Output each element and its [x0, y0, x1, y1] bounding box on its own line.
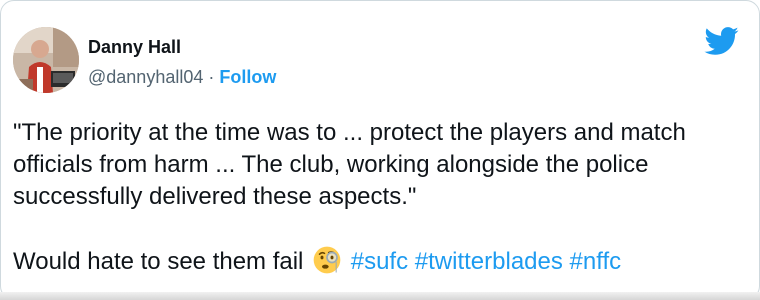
twitter-bird-icon[interactable] [701, 23, 741, 59]
handle-separator: · [208, 67, 215, 87]
bottom-divider [0, 292, 760, 300]
tweet-paragraph-comment: Would hate to see them fail #sufc #twitt… [13, 245, 753, 278]
tweet-paragraph-quote: "The priority at the time was to ... pro… [13, 119, 686, 210]
tweet-body: "The priority at the time was to ... pro… [13, 117, 753, 278]
avatar[interactable] [13, 27, 79, 93]
hashtag-sufc[interactable]: #sufc [351, 248, 408, 275]
author-display-name[interactable]: Danny Hall [88, 35, 276, 59]
follow-link[interactable]: Follow [219, 67, 276, 87]
tweet-card: Danny Hall @dannyhall04 · Follow "The pr… [0, 0, 760, 300]
hashtag-twitterblades[interactable]: #twitterblades [415, 248, 563, 275]
monocle-face-icon [313, 246, 341, 274]
hashtag-nffc[interactable]: #nffc [570, 248, 622, 275]
author-block: Danny Hall @dannyhall04 · Follow [88, 35, 276, 89]
avatar-image [13, 27, 79, 93]
tweet-comment-text: Would hate to see them fail [13, 248, 304, 275]
author-handle[interactable]: @dannyhall04 [88, 67, 203, 87]
author-handle-line: @dannyhall04 · Follow [88, 65, 276, 89]
